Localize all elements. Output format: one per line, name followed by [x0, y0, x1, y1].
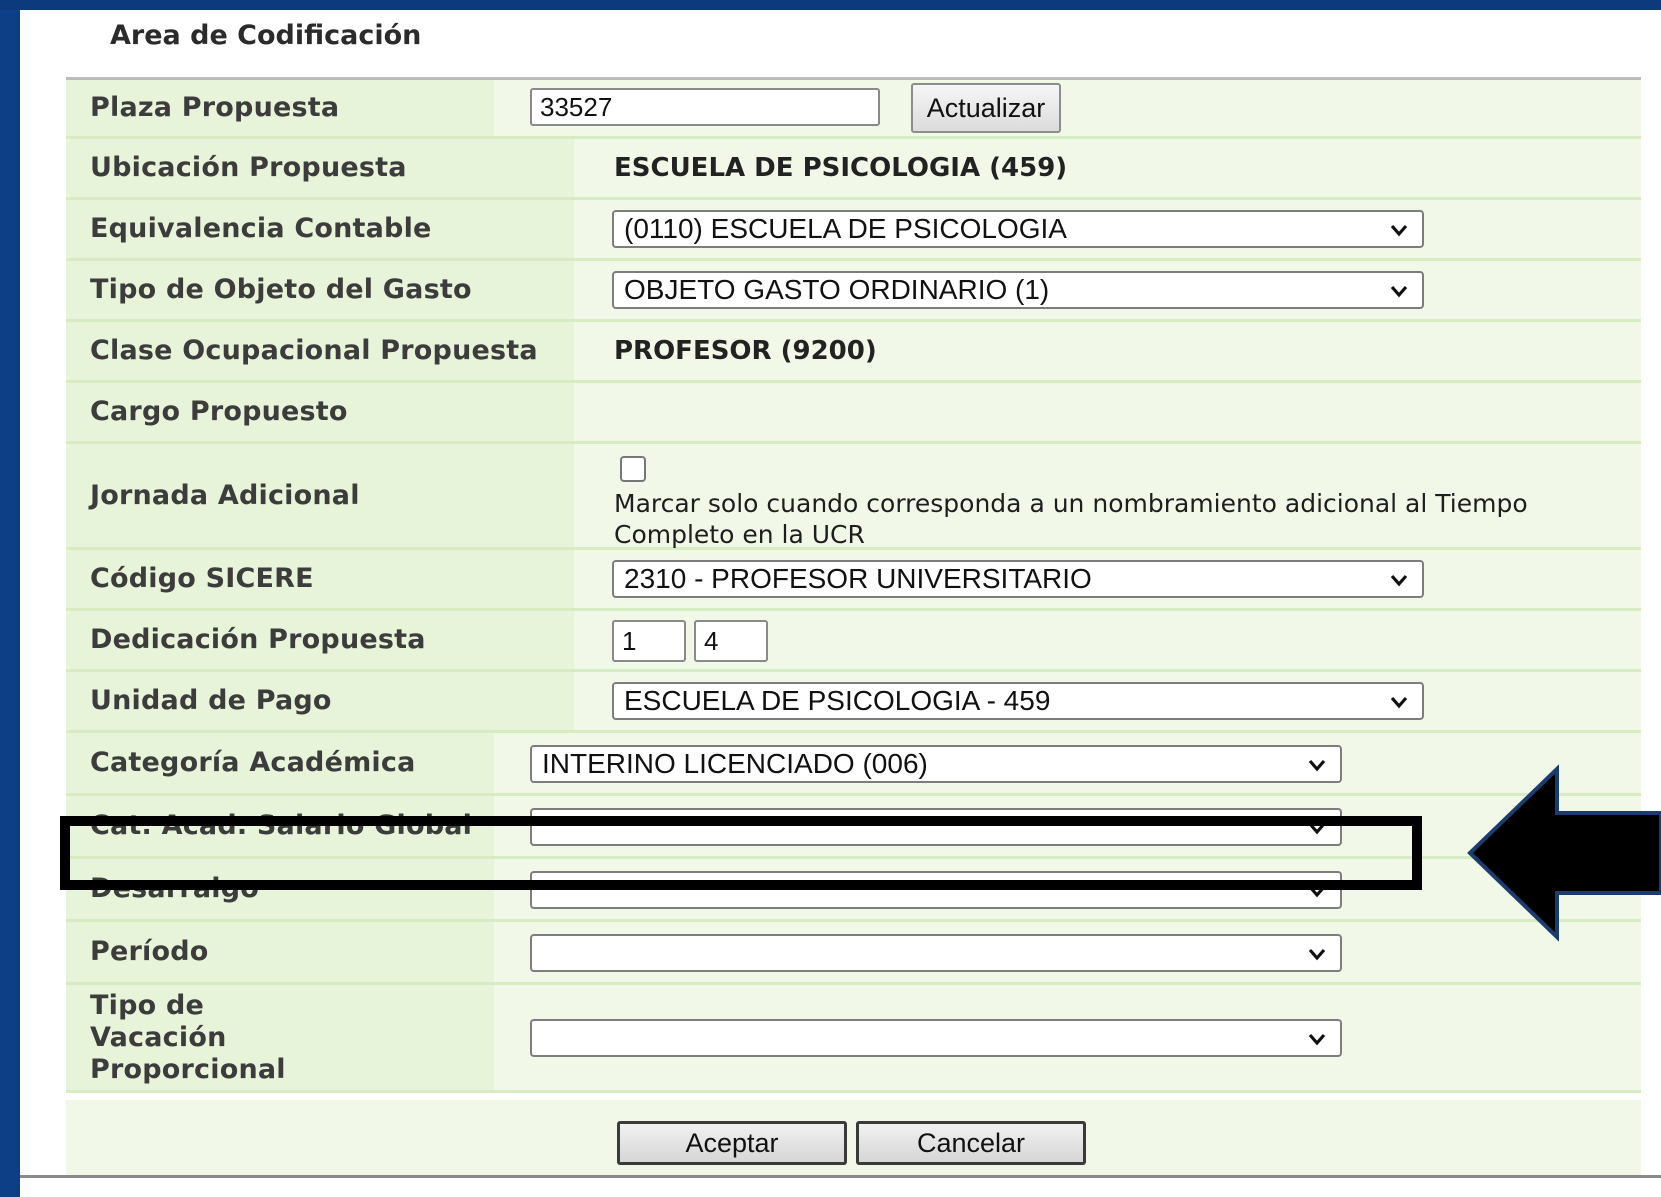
plaza-input[interactable]: 33527: [530, 88, 880, 126]
chevron-down-icon: [1390, 696, 1408, 709]
row-vacacion: Tipo de Vacación Proporcional: [66, 985, 1641, 1093]
jornada-note: Marcar solo cuando corresponda a un nomb…: [614, 489, 1528, 549]
categoria-select[interactable]: INTERINO LICENCIADO (006): [530, 745, 1342, 783]
vacacion-label: Tipo de Vacación Proporcional: [66, 985, 494, 1090]
dedicacion-input-2[interactable]: 4: [694, 620, 768, 662]
jornada-checkbox[interactable]: [620, 456, 646, 482]
row-jornada: Jornada Adicional Marcar solo cuando cor…: [66, 444, 1641, 550]
form-footer: Aceptar Cancelar: [66, 1100, 1641, 1175]
clase-label: Clase Ocupacional Propuesta: [66, 322, 574, 380]
row-clase: Clase Ocupacional Propuesta PROFESOR (92…: [66, 322, 1641, 383]
arrow-left-icon: [1467, 764, 1661, 942]
tipo-objeto-selected: OBJETO GASTO ORDINARIO (1): [624, 274, 1050, 305]
row-plaza: Plaza Propuesta 33527 Actualizar: [66, 80, 1641, 139]
row-cargo: Cargo Propuesto: [66, 383, 1641, 444]
plaza-label: Plaza Propuesta: [66, 80, 494, 136]
tipo-objeto-label: Tipo de Objeto del Gasto: [66, 261, 574, 319]
tipo-objeto-select[interactable]: OBJETO GASTO ORDINARIO (1): [612, 271, 1424, 309]
ubicacion-label: Ubicación Propuesta: [66, 139, 574, 197]
row-tipo-objeto: Tipo de Objeto del Gasto OBJETO GASTO OR…: [66, 261, 1641, 322]
panel-bottom-strip: [20, 1178, 1661, 1197]
row-unidad-pago: Unidad de Pago ESCUELA DE PSICOLOGIA - 4…: [66, 672, 1641, 733]
equivalencia-selected: (0110) ESCUELA DE PSICOLOGIA: [624, 213, 1067, 244]
row-sicere: Código SICERE 2310 - PROFESOR UNIVERSITA…: [66, 550, 1641, 611]
unidad-pago-label: Unidad de Pago: [66, 672, 574, 730]
dedicacion-label: Dedicación Propuesta: [66, 611, 574, 669]
row-dedicacion: Dedicación Propuesta 1 4: [66, 611, 1641, 672]
sicere-select[interactable]: 2310 - PROFESOR UNIVERSITARIO: [612, 560, 1424, 598]
accept-button[interactable]: Aceptar: [617, 1121, 847, 1165]
unidad-pago-selected: ESCUELA DE PSICOLOGIA - 459: [624, 685, 1051, 716]
dedicacion-input-1[interactable]: 1: [612, 620, 686, 662]
chevron-down-icon: [1390, 224, 1408, 237]
row-categoria: Categoría Académica INTERINO LICENCIADO …: [66, 733, 1641, 796]
vacacion-select[interactable]: [530, 1019, 1342, 1057]
highlight-box: [60, 816, 1422, 890]
equivalencia-label: Equivalencia Contable: [66, 200, 574, 258]
row-equivalencia: Equivalencia Contable (0110) ESCUELA DE …: [66, 200, 1641, 261]
row-ubicacion: Ubicación Propuesta ESCUELA DE PSICOLOGI…: [66, 139, 1641, 200]
unidad-pago-select[interactable]: ESCUELA DE PSICOLOGIA - 459: [612, 682, 1424, 720]
chevron-down-icon: [1390, 574, 1408, 587]
sicere-label: Código SICERE: [66, 550, 574, 608]
update-button[interactable]: Actualizar: [911, 83, 1061, 133]
cancel-button[interactable]: Cancelar: [856, 1121, 1086, 1165]
chevron-down-icon: [1308, 1033, 1326, 1046]
chevron-down-icon: [1308, 759, 1326, 772]
cargo-label: Cargo Propuesto: [66, 383, 574, 441]
row-periodo: Período: [66, 922, 1641, 985]
categoria-selected: INTERINO LICENCIADO (006): [542, 748, 928, 779]
ubicacion-value: ESCUELA DE PSICOLOGIA (459): [614, 153, 1068, 183]
window-top-bar: [0, 0, 1661, 10]
clase-value: PROFESOR (9200): [614, 336, 877, 366]
categoria-label: Categoría Académica: [66, 733, 494, 793]
section-title: Area de Codificación: [110, 20, 422, 51]
jornada-label: Jornada Adicional: [66, 444, 574, 547]
chevron-down-icon: [1390, 285, 1408, 298]
periodo-select[interactable]: [530, 934, 1342, 972]
sicere-selected: 2310 - PROFESOR UNIVERSITARIO: [624, 563, 1092, 594]
periodo-label: Período: [66, 922, 494, 982]
chevron-down-icon: [1308, 948, 1326, 961]
equivalencia-select[interactable]: (0110) ESCUELA DE PSICOLOGIA: [612, 210, 1424, 248]
